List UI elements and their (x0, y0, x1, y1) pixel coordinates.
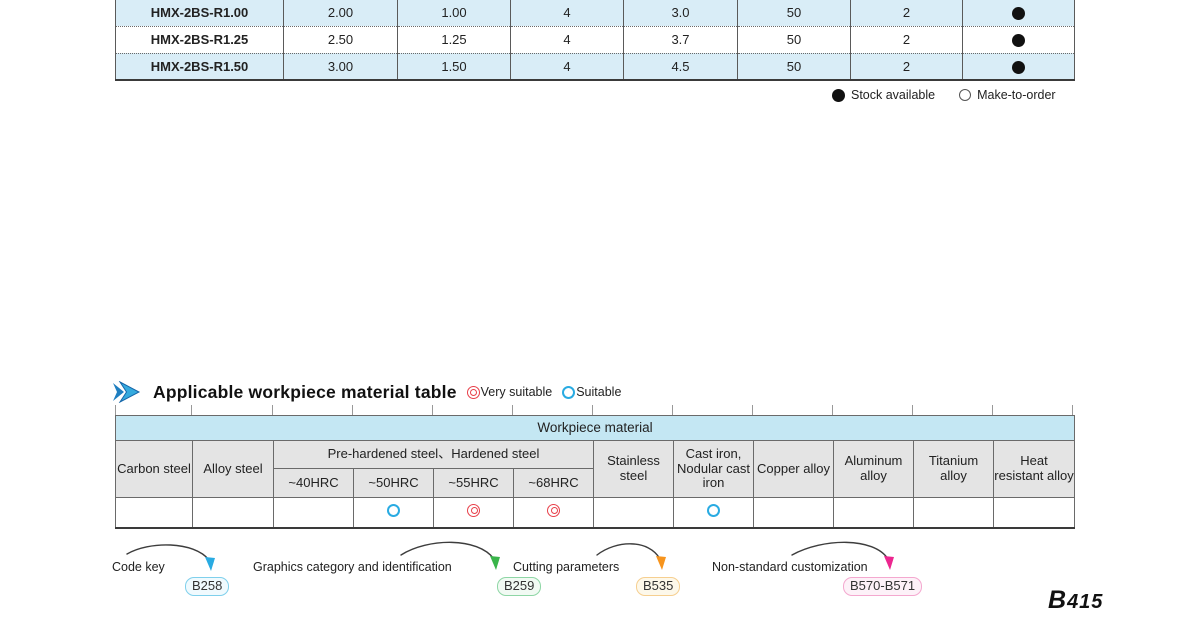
page-number: B415 (1048, 586, 1103, 615)
spec-table: HMX-2BS-R1.00 2.00 1.00 4 3.0 50 2 HMX-2… (115, 0, 1075, 81)
rating-cell-68hrc (514, 498, 594, 528)
value-cell: 3.7 (624, 26, 738, 53)
make-to-order-icon (959, 89, 971, 101)
value-cell: 1.25 (398, 26, 511, 53)
col-55hrc: ~55HRC (434, 469, 514, 498)
very-suitable-label: Very suitable (481, 385, 553, 399)
col-alloy-steel: Alloy steel (193, 441, 274, 498)
model-cell: HMX-2BS-R1.00 (116, 0, 284, 26)
col-prehardened-group: Pre-hardened steel、Hardened steel (274, 441, 594, 469)
stock-available-icon (832, 89, 845, 102)
value-cell: 1.00 (398, 0, 511, 26)
value-cell: 4 (511, 26, 624, 53)
page-ref-b535: B535 (636, 577, 680, 596)
curved-arrow (594, 543, 670, 576)
stock-available-icon (1012, 61, 1025, 74)
table-row: HMX-2BS-R1.00 2.00 1.00 4 3.0 50 2 (116, 0, 1075, 26)
double-chevron-icon (112, 381, 143, 403)
legend-very-suitable: Very suitable (467, 385, 553, 399)
table-top-ticks (115, 405, 1073, 415)
stock-cell (963, 26, 1075, 53)
very-suitable-icon (467, 386, 480, 399)
value-cell: 2 (851, 26, 963, 53)
workpiece-material-table: Workpiece material Carbon steel Alloy st… (115, 415, 1075, 529)
value-cell: 4 (511, 0, 624, 26)
value-cell: 2 (851, 53, 963, 80)
value-cell: 3.0 (624, 0, 738, 26)
col-stainless-steel: Stainless steel (594, 441, 674, 498)
col-68hrc: ~68HRC (514, 469, 594, 498)
page-ref-b570-b571: B570-B571 (843, 577, 922, 596)
curved-arrow (124, 544, 219, 577)
make-to-order-label: Make-to-order (977, 88, 1056, 102)
very-suitable-icon (547, 504, 560, 517)
stock-cell (963, 53, 1075, 80)
very-suitable-icon (467, 504, 480, 517)
col-cast-iron: Cast iron, Nodular cast iron (674, 441, 754, 498)
stock-available-label: Stock available (851, 88, 935, 102)
col-50hrc: ~50HRC (354, 469, 434, 498)
stock-available-icon (1012, 34, 1025, 47)
suitable-label: Suitable (576, 385, 621, 399)
value-cell: 50 (738, 26, 851, 53)
workpiece-material-title: Workpiece material (116, 416, 1075, 441)
suitable-icon (387, 504, 400, 517)
col-aluminum-alloy: Aluminum alloy (834, 441, 914, 498)
stock-legend: Stock available Make-to-order (832, 88, 1077, 102)
rating-cell-50hrc (354, 498, 434, 528)
value-cell: 3.00 (284, 53, 398, 80)
rating-cell-carbon (116, 498, 193, 528)
value-cell: 4 (511, 53, 624, 80)
rating-cell-stainless (594, 498, 674, 528)
value-cell: 50 (738, 0, 851, 26)
rating-cell-titanium (914, 498, 994, 528)
header-row: Carbon steel Alloy steel Pre-hardened st… (116, 441, 1075, 469)
suitable-icon (707, 504, 720, 517)
catalog-page: HMX-2BS-R1.00 2.00 1.00 4 3.0 50 2 HMX-2… (0, 0, 1187, 624)
rating-cell-heat (994, 498, 1075, 528)
table-row: HMX-2BS-R1.50 3.00 1.50 4 4.5 50 2 (116, 53, 1075, 80)
col-40hrc: ~40HRC (274, 469, 354, 498)
stock-available-icon (1012, 7, 1025, 20)
rating-cell-aluminum (834, 498, 914, 528)
rating-cell-copper (754, 498, 834, 528)
rating-cell-55hrc (434, 498, 514, 528)
col-copper-alloy: Copper alloy (754, 441, 834, 498)
rating-cell-40hrc (274, 498, 354, 528)
suitable-icon (562, 386, 575, 399)
value-cell: 2.50 (284, 26, 398, 53)
legend-suitable: Suitable (562, 385, 621, 399)
table-title-row: Workpiece material (116, 416, 1075, 441)
col-carbon-steel: Carbon steel (116, 441, 193, 498)
page-ref-b259: B259 (497, 577, 541, 596)
model-cell: HMX-2BS-R1.50 (116, 53, 284, 80)
value-cell: 2 (851, 0, 963, 26)
value-cell: 4.5 (624, 53, 738, 80)
curved-arrow (398, 541, 504, 576)
stock-cell (963, 0, 1075, 26)
model-cell: HMX-2BS-R1.25 (116, 26, 284, 53)
rating-cell-alloy (193, 498, 274, 528)
rating-row (116, 498, 1075, 528)
section-heading: Applicable workpiece material table Very… (112, 381, 621, 403)
section-title: Applicable workpiece material table (153, 382, 457, 403)
value-cell: 2.00 (284, 0, 398, 26)
table-row: HMX-2BS-R1.25 2.50 1.25 4 3.7 50 2 (116, 26, 1075, 53)
value-cell: 50 (738, 53, 851, 80)
page-ref-b258: B258 (185, 577, 229, 596)
curved-arrow (788, 541, 900, 576)
col-titanium-alloy: Titanium alloy (914, 441, 994, 498)
rating-cell-cast-iron (674, 498, 754, 528)
value-cell: 1.50 (398, 53, 511, 80)
col-heat-resistant-alloy: Heat resistant alloy (994, 441, 1075, 498)
